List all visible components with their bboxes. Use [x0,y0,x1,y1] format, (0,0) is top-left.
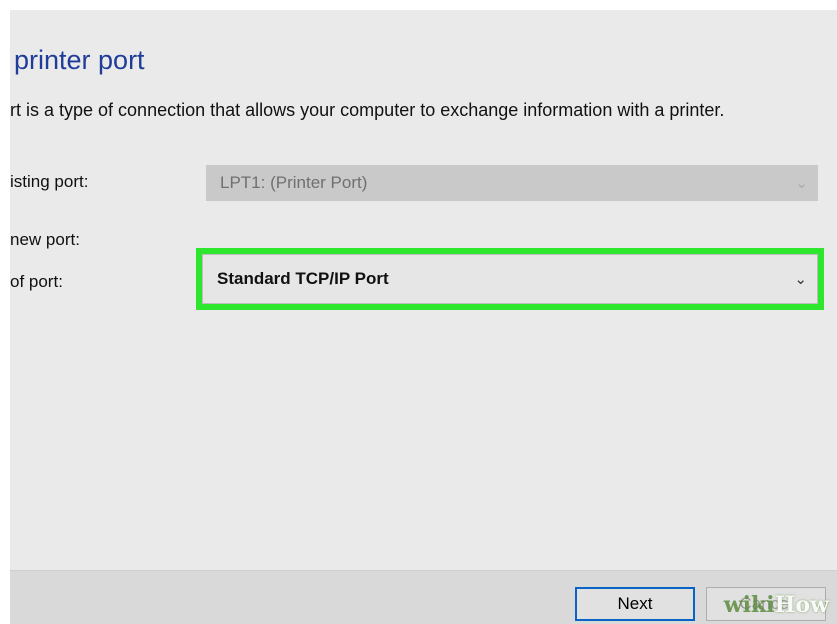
next-button[interactable]: Next [575,587,695,621]
dialog-footer: Next Cancel [10,570,837,624]
watermark-part-b: How [774,592,829,618]
type-of-port-label: of port: [10,272,63,291]
watermark-part-a: wiki [723,592,775,618]
description-text: rt is a type of connection that allows y… [10,100,725,120]
page-title: printer port [14,45,145,75]
wikihow-watermark: wikiHow [724,592,829,618]
existing-port-select: LPT1: (Printer Port) ⌄ [206,165,818,201]
type-of-port-select[interactable]: Standard TCP/IP Port ⌄ [202,254,818,304]
existing-port-label: isting port: [10,172,89,191]
type-of-port-value: Standard TCP/IP Port [217,269,389,288]
new-port-label: new port: [10,230,80,249]
existing-port-value: LPT1: (Printer Port) [220,173,368,192]
chevron-down-icon[interactable]: ⌄ [794,270,807,288]
chevron-down-icon: ⌄ [795,175,808,192]
add-printer-dialog: printer port rt is a type of connection … [10,10,837,624]
